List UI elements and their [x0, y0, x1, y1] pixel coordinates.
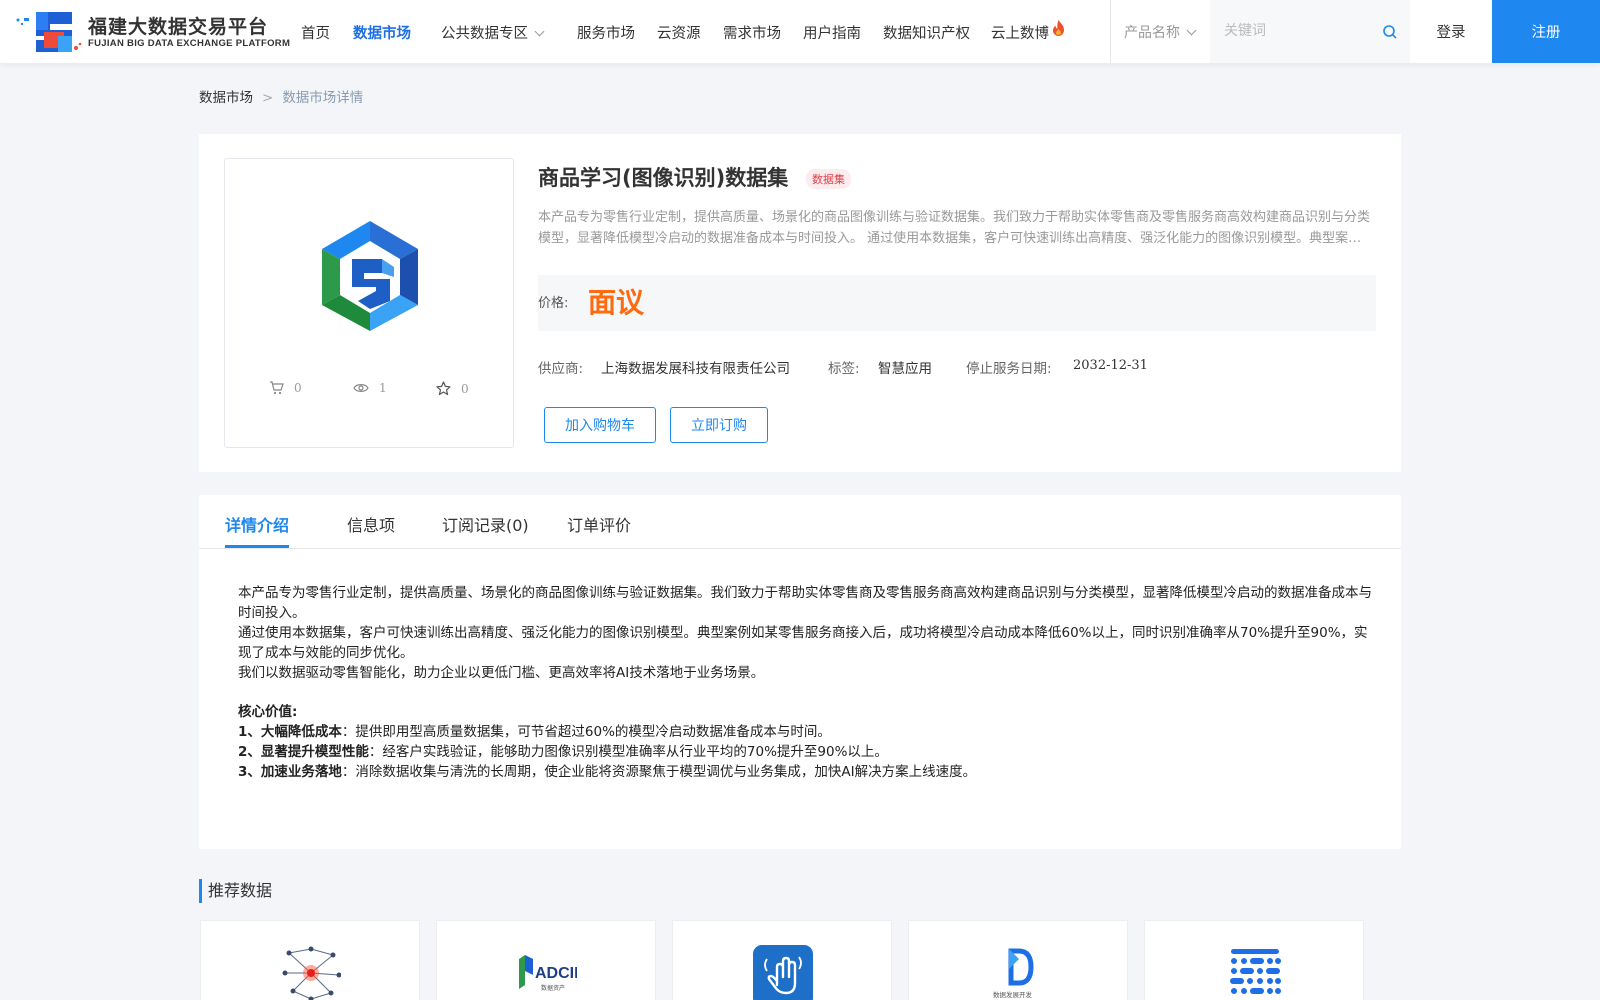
nav-service-market[interactable]: 服务市场: [577, 22, 635, 43]
logo-title-cn: 福建大数据交易平台: [88, 16, 269, 38]
platform-logo-icon: [16, 12, 82, 52]
svg-text:ADCID: ADCID: [535, 965, 577, 982]
cart-icon: [270, 381, 284, 395]
detail-paragraph: 本产品专为零售行业定制，提供高质量、场景化的商品图像训练与验证数据集。我们致力于…: [238, 585, 1372, 621]
blue-d-logo-icon: 数据发展开发: [989, 945, 1049, 1000]
product-detail-card: 详情介绍 信息项 订阅记录(0) 订单评价 本产品专为零售行业定制，提供高质量、…: [199, 495, 1401, 849]
active-tab-indicator: [225, 545, 289, 548]
core-value-label: 2、显著提升模型性能: [238, 744, 369, 760]
product-description: 本产品专为零售行业定制，提供高质量、场景化的商品图像训练与验证数据集。我们致力于…: [538, 210, 1371, 246]
nav-public-data[interactable]: 公共数据专区: [441, 22, 545, 43]
network-graph-icon: [281, 945, 341, 1000]
product-title: 商品学习(图像识别)数据集: [538, 166, 789, 190]
favorite-count-value: 0: [461, 381, 469, 396]
tab-info-items[interactable]: 信息项: [347, 512, 395, 536]
price-label: 价格:: [538, 296, 569, 311]
detail-tabs: 详情介绍 信息项 订阅记录(0) 订单评价: [199, 495, 1401, 549]
view-count-value: 1: [379, 381, 387, 395]
tab-order-reviews[interactable]: 订单评价: [567, 512, 631, 536]
star-icon: [436, 381, 451, 396]
recommend-card[interactable]: [200, 920, 420, 1000]
add-to-cart-button[interactable]: 加入购物车: [544, 407, 656, 443]
core-value-heading: 核心价值:: [238, 704, 298, 720]
chevron-down-icon: [534, 26, 545, 37]
recommend-card[interactable]: ADCID 数据资产: [436, 920, 656, 1000]
svg-text:数据资产: 数据资产: [541, 984, 565, 992]
nav-cloud-expo[interactable]: 云上数博: [991, 20, 1065, 43]
header-divider: [1110, 0, 1111, 63]
fire-icon: [1053, 20, 1064, 36]
buy-now-button[interactable]: 立即订购: [670, 407, 768, 443]
recommend-card[interactable]: [1144, 920, 1364, 1000]
login-button[interactable]: 登录: [1410, 0, 1492, 63]
nav-demand-market[interactable]: 需求市场: [723, 22, 781, 43]
hand-signal-app-icon: [753, 945, 813, 1000]
detail-paragraph: 我们以数据驱动零售智能化，助力企业以更低门槛、更高效率将AI技术落地于业务场景。: [238, 665, 765, 681]
price-value: 面议: [588, 286, 645, 319]
dot-grid-logo-icon: [1225, 945, 1285, 1000]
detail-paragraph: 通过使用本数据集，客户可快速训练出高精度、强泛化能力的图像识别模型。典型案例如某…: [238, 625, 1368, 661]
recommend-card[interactable]: 数据发展开发: [908, 920, 1128, 1000]
tags-value: 智慧应用: [878, 361, 932, 377]
supplier-name[interactable]: 上海数据发展科技有限责任公司: [601, 357, 790, 377]
eye-icon: [353, 384, 369, 392]
search-type-label: 产品名称: [1124, 25, 1180, 41]
logo-title-en: FUJIAN BIG DATA EXCHANGE PLATFORM: [88, 38, 291, 49]
recommend-card[interactable]: [672, 920, 892, 1000]
site-logo[interactable]: 福建大数据交易平台 FUJIAN BIG DATA EXCHANGE PLATF…: [14, 8, 290, 56]
tab-subscription-records[interactable]: 订阅记录(0): [442, 512, 529, 536]
svg-text:数据发展开发: 数据发展开发: [993, 990, 1033, 999]
product-summary-card: 0 1 0 商品学习(图像识别)数据集 数据集 本产品专为零售行业定制，提供高质…: [199, 134, 1401, 472]
core-value-item: 1、大幅降低成本：提供即用型高质量数据集，可节省超过60%的模型冷启动数据准备成…: [238, 722, 1373, 742]
price-bar: 价格: 面议: [538, 275, 1376, 331]
product-image-box: 0 1 0: [224, 158, 514, 448]
register-button[interactable]: 注册: [1492, 0, 1600, 63]
chevron-down-icon: [1186, 25, 1197, 36]
top-header: 福建大数据交易平台 FUJIAN BIG DATA EXCHANGE PLATF…: [0, 0, 1600, 63]
nav-home[interactable]: 首页: [301, 22, 330, 43]
end-date-label: 停止服务日期:: [966, 361, 1052, 377]
breadcrumb-separator: >: [262, 90, 274, 106]
product-logo-icon: [322, 221, 418, 331]
end-date-value: 2032-12-31: [1073, 358, 1148, 373]
supplier-label: 供应商:: [538, 361, 584, 377]
detail-content: 本产品专为零售行业定制，提供高质量、场景化的商品图像训练与验证数据集。我们致力于…: [238, 583, 1373, 782]
adcid-logo-icon: ADCID 数据资产: [517, 945, 577, 1000]
nav-cloud-expo-label: 云上数博: [991, 26, 1049, 42]
nav-data-market[interactable]: 数据市场: [353, 22, 411, 43]
breadcrumb-current: 数据市场详情: [282, 90, 364, 106]
core-value-item: 2、显著提升模型性能：经客户实践验证，能够助力图像识别模型准确率从行业平均的70…: [238, 742, 1373, 762]
breadcrumb: 数据市场 > 数据市场详情: [199, 86, 363, 106]
product-stats: 0 1 0: [225, 381, 515, 401]
core-value-label: 1、大幅降低成本: [238, 724, 342, 740]
view-count: 1: [353, 381, 387, 395]
core-value-label: 3、加速业务落地: [238, 764, 342, 780]
search-icon[interactable]: [1382, 24, 1398, 40]
nav-cloud-resources[interactable]: 云资源: [657, 22, 701, 43]
core-value-item: 3、加速业务落地：消除数据收集与清洗的长周期，使企业能将资源聚焦于模型调优与业务…: [238, 762, 1373, 782]
recommend-section-title: 推荐数据: [199, 879, 272, 903]
tab-detail-intro[interactable]: 详情介绍: [225, 512, 289, 536]
tags-label: 标签:: [828, 361, 860, 377]
nav-user-guide[interactable]: 用户指南: [803, 22, 861, 43]
cart-count: 0: [269, 381, 302, 395]
core-value-text: ：提供即用型高质量数据集，可节省超过60%的模型冷启动数据准备成本与时间。: [341, 724, 831, 740]
product-type-badge: 数据集: [806, 169, 851, 189]
core-value-text: ：消除数据收集与清洗的长周期，使企业能将资源聚焦于模型调优与业务集成，加快AI解…: [341, 764, 977, 780]
nav-data-ip[interactable]: 数据知识产权: [883, 22, 970, 43]
core-value-text: ：经客户实践验证，能够助力图像识别模型准确率从行业平均的70%提升至90%以上。: [368, 744, 888, 760]
search-input[interactable]: [1224, 20, 1374, 42]
cart-count-value: 0: [294, 381, 302, 395]
search-type-select[interactable]: 产品名称: [1124, 22, 1197, 42]
breadcrumb-data-market[interactable]: 数据市场: [199, 90, 253, 106]
search-box: [1210, 0, 1410, 63]
favorite-count[interactable]: 0: [436, 381, 469, 396]
nav-public-data-label: 公共数据专区: [441, 26, 528, 42]
